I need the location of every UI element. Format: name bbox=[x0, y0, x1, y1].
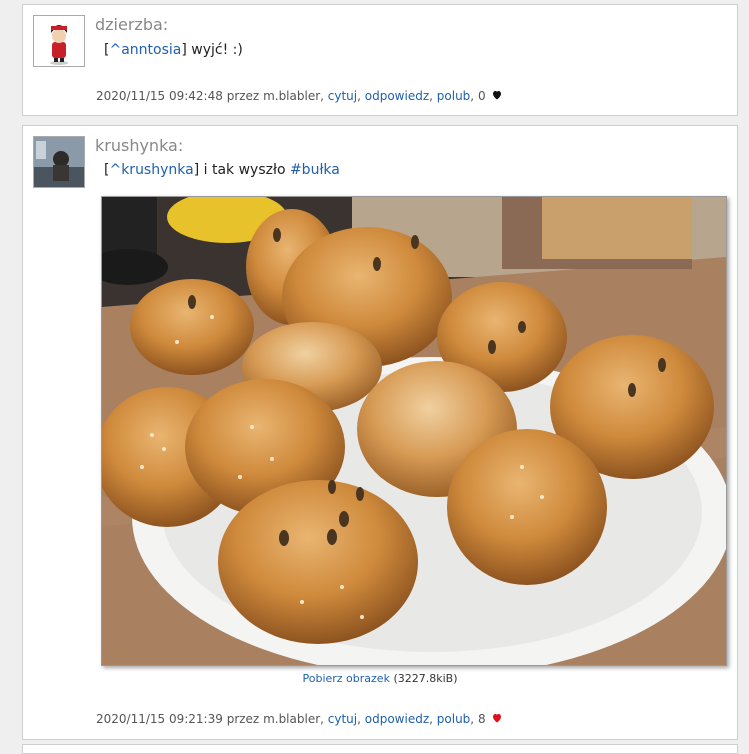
timestamp: 2020/11/15 09:42:48 bbox=[96, 89, 223, 103]
quote-link[interactable]: cytuj bbox=[328, 89, 357, 103]
heart-icon[interactable] bbox=[491, 89, 503, 101]
likes-count: 0 bbox=[477, 89, 486, 103]
timestamp: 2020/11/15 09:21:39 bbox=[96, 712, 223, 726]
post-text: ] wyjć! :) bbox=[181, 42, 243, 58]
mention-link[interactable]: ^anntosia bbox=[109, 42, 181, 58]
like-link[interactable]: polub bbox=[437, 712, 471, 726]
hashtag-link[interactable]: #bułka bbox=[290, 162, 340, 178]
post-body: [^anntosia] wyjć! :) bbox=[104, 42, 243, 58]
post-meta: 2020/11/15 09:42:48 przez m.blabler, cyt… bbox=[96, 89, 503, 103]
download-size: (3227.8kiB) bbox=[393, 672, 458, 685]
likes-count: 8 bbox=[477, 712, 486, 726]
by-text: przez bbox=[226, 712, 260, 726]
avatar-figure-icon bbox=[34, 16, 84, 66]
user-name: m.blabler bbox=[263, 712, 321, 726]
by-text: przez bbox=[226, 89, 260, 103]
post-meta: 2020/11/15 09:21:39 przez m.blabler, cyt… bbox=[96, 712, 503, 726]
next-post-edge bbox=[22, 744, 738, 754]
quote-link[interactable]: cytuj bbox=[328, 712, 357, 726]
mention-link[interactable]: ^krushynka bbox=[109, 162, 193, 178]
post-krushynka: krushynka: [^krushynka] i tak wyszło #bu… bbox=[22, 125, 738, 740]
bread-rolls-photo bbox=[102, 197, 726, 665]
post-image-bread-rolls[interactable] bbox=[101, 196, 727, 666]
avatar[interactable] bbox=[33, 15, 85, 67]
post-author[interactable]: krushynka: bbox=[95, 136, 183, 155]
post-body: [^krushynka] i tak wyszło #bułka bbox=[104, 162, 340, 178]
post-dzierzba: dzierzba: [^anntosia] wyjć! :) 2020/11/1… bbox=[22, 4, 738, 116]
avatar-photo-icon bbox=[34, 137, 84, 187]
heart-icon[interactable] bbox=[491, 712, 503, 724]
post-author[interactable]: dzierzba: bbox=[95, 15, 168, 34]
download-row: Pobierz obrazek (3227.8kiB) bbox=[23, 672, 737, 685]
like-link[interactable]: polub bbox=[437, 89, 471, 103]
download-image-link[interactable]: Pobierz obrazek bbox=[302, 672, 389, 685]
avatar[interactable] bbox=[33, 136, 85, 188]
post-text: ] i tak wyszło bbox=[193, 162, 290, 178]
reply-link[interactable]: odpowiedz bbox=[365, 712, 429, 726]
reply-link[interactable]: odpowiedz bbox=[365, 89, 429, 103]
user-name: m.blabler bbox=[263, 89, 321, 103]
